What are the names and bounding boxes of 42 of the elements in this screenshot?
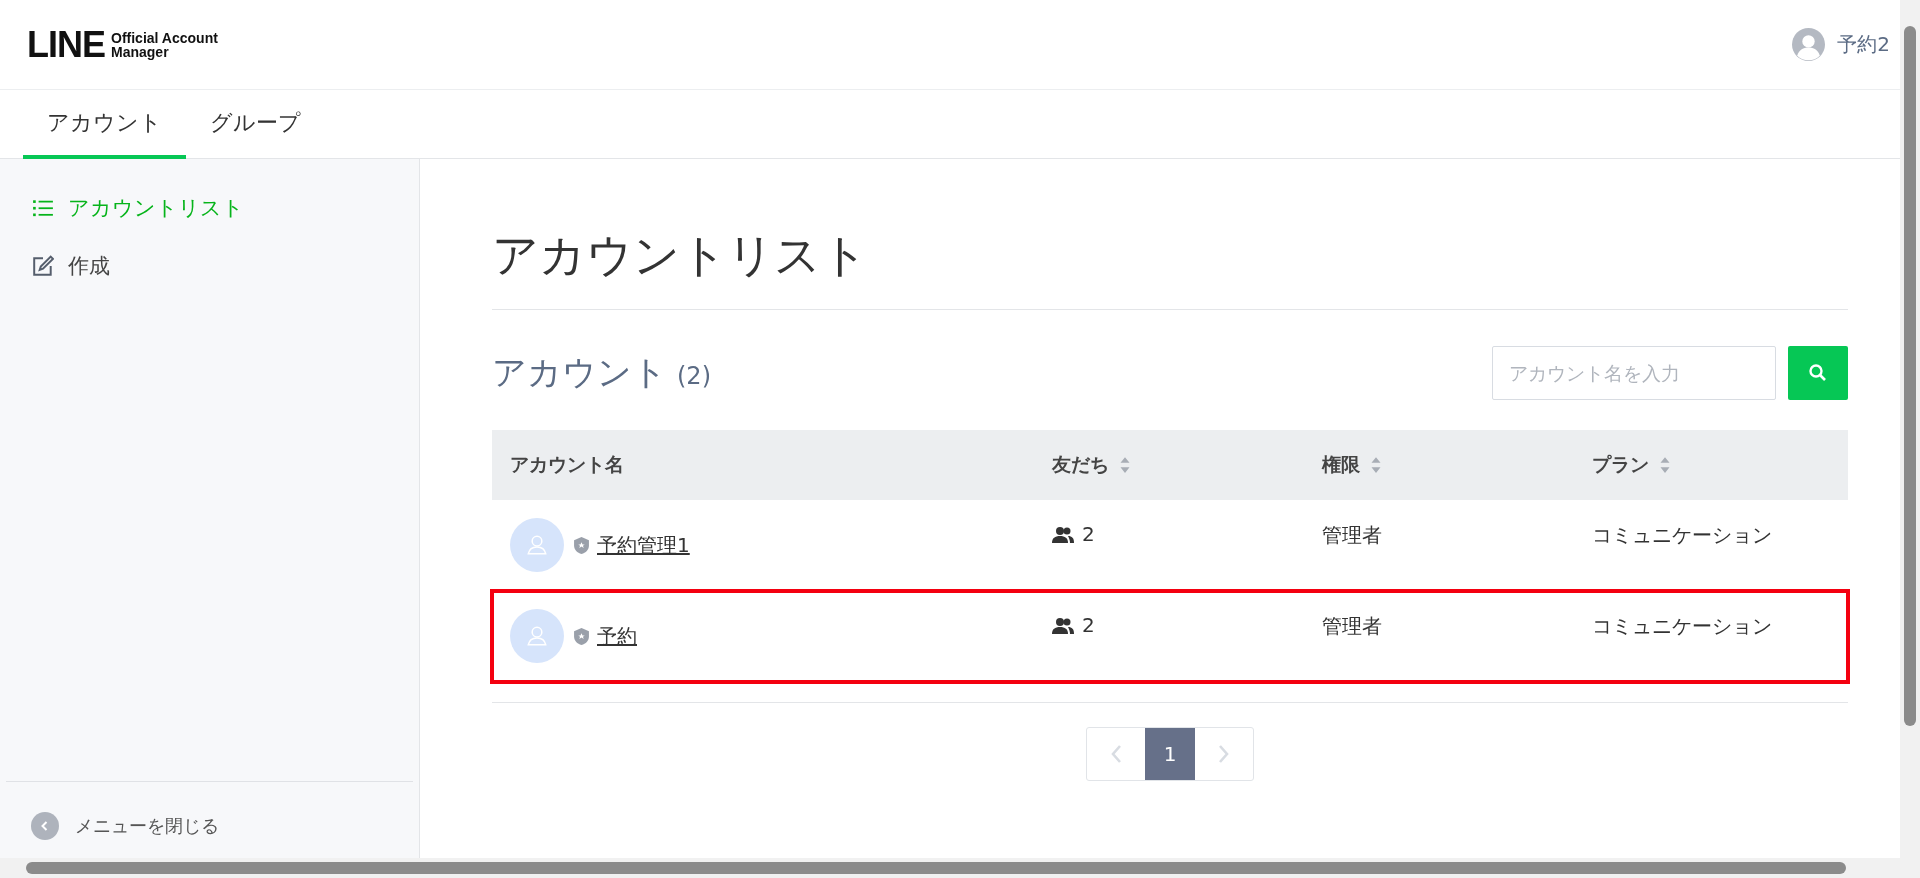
list-icon — [32, 197, 54, 219]
user-avatar-icon[interactable] — [1792, 28, 1826, 61]
vertical-scrollbar[interactable] — [1900, 0, 1920, 858]
friend-count: 2 — [1082, 613, 1095, 637]
column-header: アカウント名 — [510, 452, 624, 477]
page-button[interactable]: 1 — [1145, 728, 1195, 780]
account-name-link[interactable]: 予約管理1 — [597, 531, 690, 559]
sort-icon[interactable] — [1659, 456, 1671, 474]
people-icon — [1052, 617, 1074, 635]
logo-subtitle: Official Account Manager — [111, 30, 218, 59]
shield-icon — [574, 627, 589, 645]
people-icon — [1052, 526, 1074, 544]
search-field[interactable]: アカウント名を入力 — [1492, 346, 1776, 400]
account-name-link[interactable]: 予約 — [597, 622, 637, 650]
page-title: アカウントリスト — [492, 159, 1848, 310]
search-icon — [1808, 363, 1828, 383]
account-avatar-icon — [510, 609, 564, 663]
horizontal-scrollbar[interactable] — [0, 858, 1920, 878]
role-text: 管理者 — [1322, 613, 1382, 640]
column-header: プラン — [1592, 452, 1649, 477]
chevron-left-icon — [1110, 744, 1122, 764]
chevron-left-icon — [31, 812, 59, 840]
column-header: 権限 — [1322, 452, 1360, 477]
close-menu-link[interactable]: メニューを閉じる — [31, 812, 413, 840]
plan-text: コミュニケーション — [1592, 522, 1772, 549]
sort-icon[interactable] — [1119, 456, 1131, 474]
sort-icon[interactable] — [1370, 456, 1382, 474]
chevron-right-icon — [1218, 744, 1230, 764]
column-header: 友だち — [1052, 452, 1109, 477]
account-count: (2) — [677, 362, 711, 390]
edit-icon — [32, 255, 54, 277]
nav-tab[interactable]: グループ — [186, 90, 325, 159]
friend-count: 2 — [1082, 522, 1095, 546]
plan-text: コミュニケーション — [1592, 613, 1772, 640]
search-button[interactable] — [1788, 346, 1848, 400]
section-title: アカウント — [492, 351, 667, 394]
user-name[interactable]: 予約2 — [1837, 31, 1890, 58]
role-text: 管理者 — [1322, 522, 1382, 549]
shield-icon — [574, 536, 589, 554]
logo-wordmark: LINE — [27, 23, 105, 66]
account-avatar-icon — [510, 518, 564, 572]
sidebar-item[interactable]: 作成 — [32, 252, 419, 280]
